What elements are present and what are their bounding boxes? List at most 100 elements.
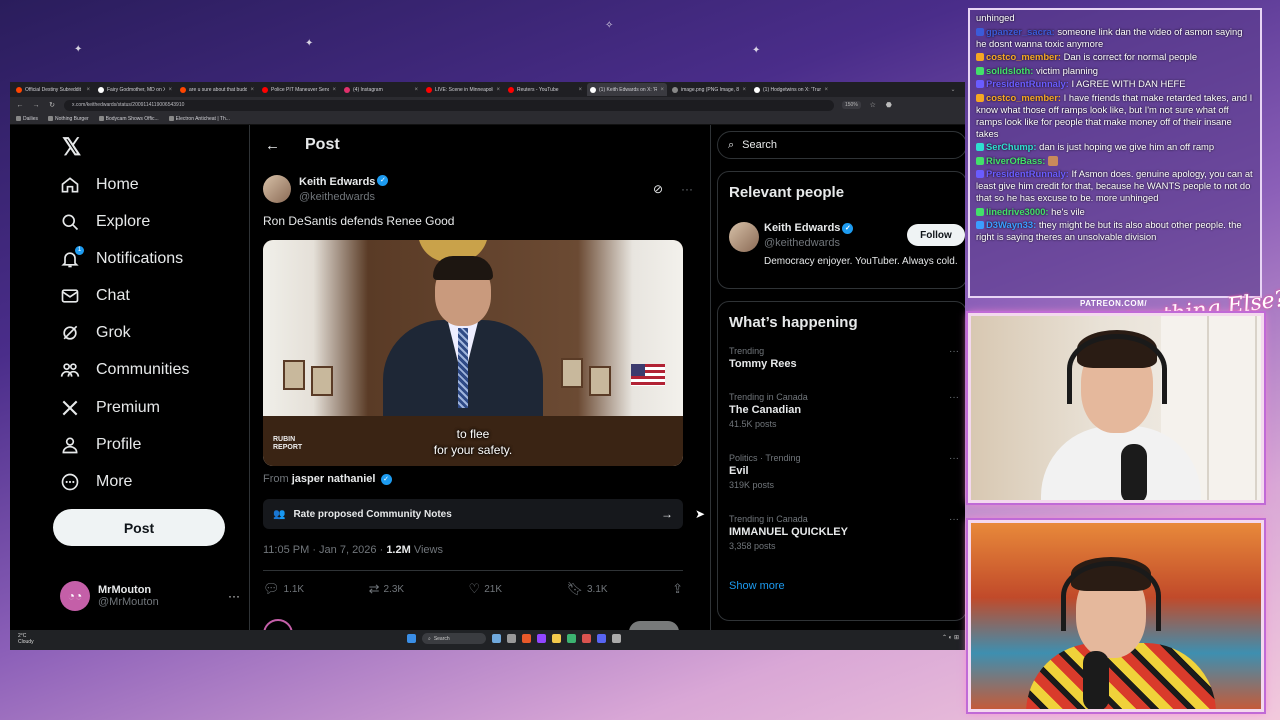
browser-tab[interactable]: Official Destiny Subreddit ×: [13, 83, 93, 96]
nav-item-chat[interactable]: Chat: [60, 281, 130, 311]
nav-item-explore[interactable]: Explore: [60, 207, 150, 237]
firefox-icon[interactable]: [522, 634, 531, 643]
trend-item[interactable]: Politics · Trending Evil 319K posts ···: [729, 453, 959, 490]
chat-username[interactable]: SerChump:: [986, 141, 1037, 152]
close-icon[interactable]: ×: [250, 87, 254, 93]
browser-tab[interactable]: Fairy Godmother, MD on X: 'A...×: [95, 83, 175, 96]
nav-item-home[interactable]: Home: [60, 170, 139, 200]
bookmark-star-icon[interactable]: ☆: [869, 101, 877, 109]
chat-username[interactable]: RiverOfBass:: [986, 155, 1045, 166]
copilot-icon[interactable]: [492, 634, 501, 643]
close-icon[interactable]: ×: [824, 87, 828, 93]
search-icon: ⌕: [428, 635, 431, 642]
repost-button[interactable]: ⇄ 2.3K: [369, 581, 404, 597]
avatar[interactable]: [729, 222, 759, 252]
people-icon: [60, 360, 80, 380]
close-icon[interactable]: ×: [332, 87, 336, 93]
more-dots-icon[interactable]: ···: [949, 392, 959, 403]
search-input[interactable]: ⌕ Search: [717, 131, 965, 159]
show-more-link[interactable]: Show more: [729, 580, 785, 592]
trend-item[interactable]: Trending in Canada IMMANUEL QUICKLEY 3,358…: [729, 514, 959, 551]
bookmark-item[interactable]: Dailies: [16, 116, 38, 122]
browser-tab[interactable]: image.png (PNG Image, 897 × 675...×: [669, 83, 749, 96]
avatar[interactable]: [263, 175, 291, 203]
follow-button[interactable]: Follow: [907, 224, 965, 246]
browser-tab[interactable]: Reuters - YouTube ×: [505, 83, 585, 96]
more-dots-icon[interactable]: ···: [949, 514, 959, 525]
reply-button[interactable]: 💬︎ 1.1K: [263, 581, 304, 597]
nav-item-notifications[interactable]: 1 Notifications: [60, 244, 183, 274]
close-icon[interactable]: ×: [742, 87, 746, 93]
close-icon[interactable]: ×: [168, 87, 172, 93]
obs-icon[interactable]: [582, 634, 591, 643]
chat-username[interactable]: linedrive3000:: [986, 206, 1049, 217]
back-icon[interactable]: ←: [16, 102, 24, 109]
trend-item[interactable]: Trending in Canada The Canadian 41.5K post…: [729, 392, 959, 429]
browser-tab[interactable]: LIVE: Scene in Minneapolis afte...×: [423, 83, 503, 96]
chat-username[interactable]: costco_member:: [986, 51, 1061, 62]
browser-tab[interactable]: (1) Hodgetwins on X: 'Trump is...×: [751, 83, 831, 96]
relevant-person-name[interactable]: Keith Edwards ✓: [764, 222, 854, 234]
video-player[interactable]: RUBIN REPORT to flee for your safety.: [263, 240, 683, 466]
weather-widget[interactable]: 2°C Cloudy: [18, 633, 34, 645]
like-button[interactable]: ♡ 21K: [469, 581, 502, 597]
nav-item-profile[interactable]: Profile: [60, 430, 141, 460]
more-dots-icon[interactable]: ···: [681, 182, 693, 196]
back-arrow-icon[interactable]: ←: [265, 137, 285, 154]
tab-list-chevron-icon[interactable]: ⌄: [941, 86, 965, 93]
twitch-icon[interactable]: [537, 634, 546, 643]
zoom-badge[interactable]: 150%: [842, 101, 861, 109]
chat-username[interactable]: solidsloth:: [986, 65, 1033, 76]
windows-start-icon[interactable]: [407, 634, 416, 643]
nav-item-grok[interactable]: Grok: [60, 318, 131, 348]
bookmark-item[interactable]: Bodycam Shows Offic...: [98, 116, 159, 122]
trend-item[interactable]: Trending Tommy Rees ···: [729, 346, 959, 370]
extensions-icon[interactable]: ⬣: [885, 101, 893, 109]
chat-username[interactable]: costco_member:: [986, 92, 1061, 103]
nav-item-communities[interactable]: Communities: [60, 355, 189, 385]
nav-item-premium[interactable]: Premium: [60, 393, 160, 423]
relevant-people-title: Relevant people: [729, 184, 845, 201]
relevant-person-handle[interactable]: @keithedwards: [764, 237, 840, 249]
forward-icon[interactable]: →: [32, 102, 40, 109]
close-icon[interactable]: ×: [414, 87, 418, 93]
bookmark-item[interactable]: Nothing Burger: [48, 116, 89, 122]
community-notes-button[interactable]: 👥 Rate proposed Community Notes →: [263, 499, 683, 529]
bookmark-item[interactable]: Electron Anticheat | Th...: [168, 116, 230, 122]
settings-icon[interactable]: [612, 634, 621, 643]
x-logo-icon[interactable]: 𝕏: [62, 133, 81, 162]
author-handle[interactable]: @keithedwards: [299, 190, 645, 205]
close-icon[interactable]: ×: [660, 87, 664, 93]
chat-username[interactable]: D3Wayn33:: [986, 219, 1036, 230]
close-icon[interactable]: ×: [86, 87, 90, 93]
browser-tab[interactable]: (1) Keith Edwards on X: 'Ro...×: [587, 83, 667, 96]
bookmark-button[interactable]: 🔖︎ 3.1K: [566, 581, 607, 597]
system-tray[interactable]: ⌃ ◐ ⊞: [942, 634, 959, 641]
compose-post-button[interactable]: Post: [53, 509, 225, 546]
author-name[interactable]: Keith Edwards: [299, 176, 375, 188]
account-switcher[interactable]: ◔◔ MrMouton @MrMouton ···: [60, 578, 240, 614]
browser-tab[interactable]: (4) Instagram ×: [341, 83, 421, 96]
folder-icon[interactable]: [552, 634, 561, 643]
share-button[interactable]: ⇪: [672, 581, 683, 597]
tab-title: Fairy Godmother, MD on X: 'A...: [107, 86, 166, 93]
chat-username[interactable]: PresidentRunnaly:: [986, 78, 1069, 89]
more-dots-icon[interactable]: ···: [949, 453, 959, 464]
more-dots-icon[interactable]: ···: [949, 346, 959, 357]
taskbar-search[interactable]: ⌕ Search: [422, 633, 486, 644]
more-dots-icon[interactable]: ···: [228, 589, 240, 603]
close-icon[interactable]: ×: [578, 87, 582, 93]
grok-icon[interactable]: ⊘: [653, 182, 663, 196]
browser-tab[interactable]: are u sure about that buddy | a...×: [177, 83, 257, 96]
chat-username[interactable]: PresidentRunnaly:: [986, 168, 1069, 179]
attribution-name[interactable]: jasper nathaniel: [292, 473, 376, 485]
spotify-icon[interactable]: [567, 634, 576, 643]
address-input[interactable]: x.com/keithedwards/status/20091141190065…: [64, 99, 834, 111]
browser-tab[interactable]: Police PIT Maneuver Sends Ame...×: [259, 83, 339, 96]
nav-item-more[interactable]: More: [60, 467, 132, 497]
chat-username[interactable]: gpanzer_sacra:: [986, 26, 1055, 37]
discord-icon[interactable]: [597, 634, 606, 643]
task-view-icon[interactable]: [507, 634, 516, 643]
reload-icon[interactable]: ↻: [48, 101, 56, 109]
close-icon[interactable]: ×: [496, 87, 500, 93]
